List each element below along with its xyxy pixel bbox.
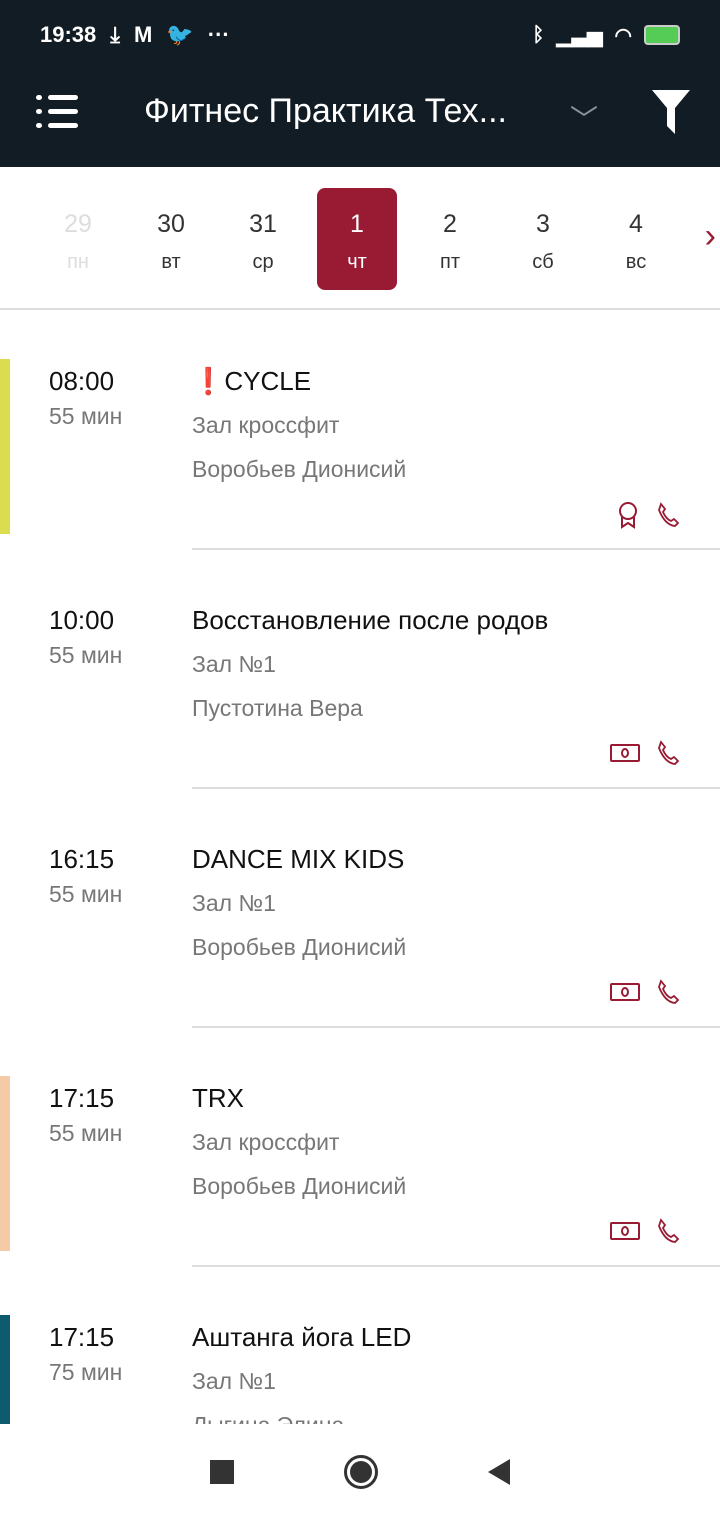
chevron-right-icon[interactable]: › xyxy=(705,217,716,256)
class-time: 17:15 xyxy=(49,1083,115,1113)
phone-icon[interactable] xyxy=(656,979,680,1010)
class-name-text: CYCLE xyxy=(224,366,312,396)
class-duration: 55 мин xyxy=(49,403,123,429)
class-hall: Зал кроссфит xyxy=(192,1129,340,1155)
date-number: 31 xyxy=(249,210,277,238)
bluetooth-icon: ᛒ xyxy=(532,23,545,46)
date-number: 2 xyxy=(443,210,457,238)
weekday: вс xyxy=(625,251,647,273)
class-name-text: Восстановление после родов xyxy=(192,605,549,635)
date-number: 30 xyxy=(157,210,185,238)
date-number: 1 xyxy=(350,210,364,238)
weekday: вт xyxy=(161,251,181,273)
date-number: 4 xyxy=(629,210,643,238)
class-hall: Зал №1 xyxy=(192,890,276,916)
class-hall: Зал кроссфит xyxy=(192,412,340,438)
class-duration: 55 мин xyxy=(49,881,123,907)
class-item[interactable]: 08:00 55 мин ❗CYCLE Зал кроссфит Воробье… xyxy=(0,311,720,550)
class-time: 08:00 xyxy=(49,366,115,396)
weekday: чт xyxy=(347,251,367,273)
class-item[interactable]: 16:15 55 мин DANCE MIX KIDS Зал №1 Вороб… xyxy=(0,789,720,1028)
home-button[interactable] xyxy=(344,1455,378,1489)
color-marker xyxy=(0,359,10,534)
chevron-down-icon[interactable]: ﹀ xyxy=(570,98,598,138)
alert-icon: ❗ xyxy=(192,366,225,396)
twitter-icon: 🐦 xyxy=(166,22,194,47)
class-name: Восстановление после родов xyxy=(192,605,548,636)
award-icon[interactable] xyxy=(616,501,640,534)
date-1[interactable]: 1 чт xyxy=(317,188,397,290)
money-icon[interactable] xyxy=(610,1222,640,1245)
date-2[interactable]: 2 пт xyxy=(410,188,490,290)
battery-charging-icon xyxy=(644,25,680,45)
class-duration: 75 мин xyxy=(49,1359,123,1385)
class-coach: Воробьев Дионисий xyxy=(192,456,407,482)
club-title[interactable]: Фитнес Практика Тех... xyxy=(144,92,507,131)
class-coach: Пустотина Вера xyxy=(192,695,363,721)
class-name: TRX xyxy=(192,1083,244,1114)
weekday: сб xyxy=(532,251,554,273)
weekday: пт xyxy=(440,251,460,273)
date-4[interactable]: 4 вс xyxy=(596,188,676,290)
header: 19:38 ⤓ M 🐦 ··· ᛒ ▁▃▅ ◠ Фитнес Практика … xyxy=(0,0,720,167)
class-time: 16:15 xyxy=(49,844,115,874)
class-name-text: TRX xyxy=(192,1083,244,1113)
phone-icon[interactable] xyxy=(656,502,680,533)
status-bar: 19:38 ⤓ M 🐦 ··· ᛒ ▁▃▅ ◠ xyxy=(0,0,720,70)
phone-icon[interactable] xyxy=(656,1218,680,1249)
date-31[interactable]: 31 ср xyxy=(223,188,303,290)
wifi-icon: ◠ xyxy=(614,24,632,47)
date-strip: › 29 пн 30 вт 31 ср 1 чт 2 пт 3 сб 4 вс xyxy=(0,167,720,310)
menu-icon[interactable] xyxy=(36,95,78,129)
class-duration: 55 мин xyxy=(49,642,123,668)
class-time: 17:15 xyxy=(49,1322,115,1352)
date-number: 3 xyxy=(536,210,550,238)
date-29: 29 пн xyxy=(38,188,118,290)
weekday: ср xyxy=(252,251,274,273)
weekday: пн xyxy=(67,251,89,273)
money-icon[interactable] xyxy=(610,983,640,1006)
class-coach: Воробьев Дионисий xyxy=(192,934,407,960)
filter-icon[interactable] xyxy=(652,90,690,134)
gmail-icon: M xyxy=(134,22,153,47)
class-name-text: Аштанга йога LED xyxy=(192,1322,412,1352)
recents-button[interactable] xyxy=(210,1460,234,1484)
back-button[interactable] xyxy=(488,1459,510,1485)
class-hall: Зал №1 xyxy=(192,1368,276,1394)
class-duration: 55 мин xyxy=(49,1120,123,1146)
class-item[interactable]: 17:15 55 мин TRX Зал кроссфит Воробьев Д… xyxy=(0,1028,720,1267)
status-time: 19:38 xyxy=(40,22,97,47)
date-30[interactable]: 30 вт xyxy=(131,188,211,290)
class-item[interactable]: 10:00 55 мин Восстановление после родов … xyxy=(0,550,720,789)
system-nav-bar xyxy=(0,1424,720,1520)
phone-icon[interactable] xyxy=(656,740,680,771)
more-icon: ··· xyxy=(207,22,230,47)
class-name: Аштанга йога LED xyxy=(192,1322,411,1353)
money-icon[interactable] xyxy=(610,744,640,767)
color-marker xyxy=(0,1076,10,1251)
class-name-text: DANCE MIX KIDS xyxy=(192,844,405,874)
date-3[interactable]: 3 сб xyxy=(503,188,583,290)
class-hall: Зал №1 xyxy=(192,651,276,677)
class-coach: Воробьев Дионисий xyxy=(192,1173,407,1199)
signal-icon: ▁▃▅ xyxy=(556,24,603,47)
date-number: 29 xyxy=(64,210,92,238)
class-name: DANCE MIX KIDS xyxy=(192,844,404,875)
class-time: 10:00 xyxy=(49,605,115,635)
class-name: ❗CYCLE xyxy=(192,366,311,397)
download-icon: ⤓ xyxy=(110,22,121,47)
